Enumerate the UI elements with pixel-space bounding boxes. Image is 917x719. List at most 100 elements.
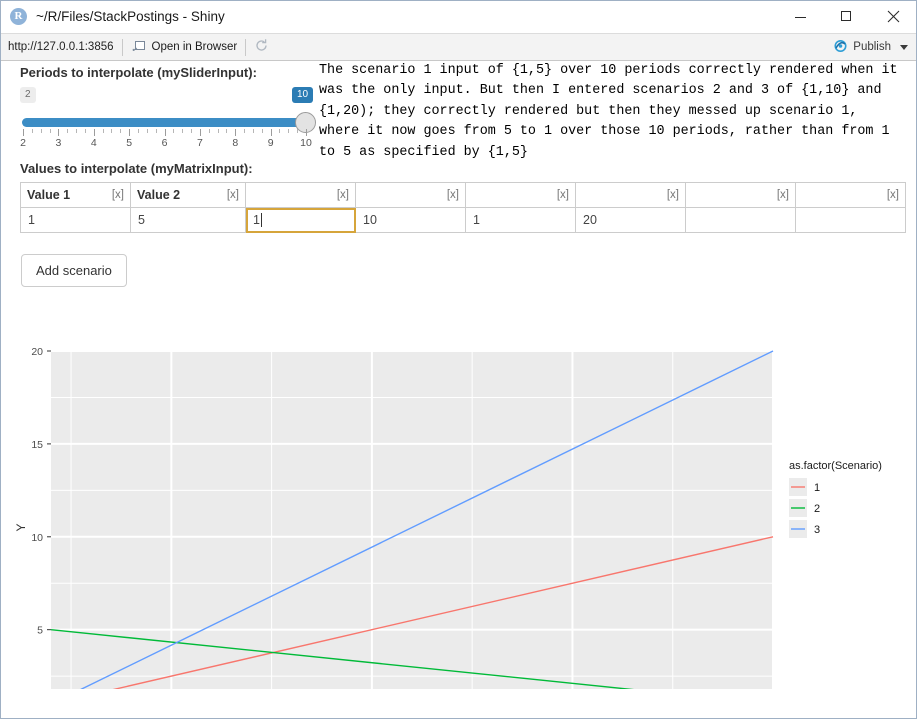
chart-ytick-label: 15 <box>31 439 43 451</box>
matrix-column-name: Value 1 <box>27 188 71 202</box>
chevron-down-icon[interactable] <box>900 44 908 50</box>
refresh-icon[interactable] <box>254 38 269 56</box>
title-bar: R ~/R/Files/StackPostings - Shiny <box>1 1 916 33</box>
slider-tick-minor <box>76 129 78 133</box>
matrix-column-header[interactable]: [x] <box>355 182 466 208</box>
chart-svg: 51015202.55.07.510.0XYas.factor(Scenario… <box>14 346 882 689</box>
slider-tick-minor <box>226 129 228 133</box>
slider-tick-minor <box>84 129 86 133</box>
matrix-input-table[interactable]: Value 1 [x] Value 2 [x] [x] [x] [x] [x] [x] [x] 1… <box>20 182 906 233</box>
matrix-column-header[interactable]: Value 1 [x] <box>20 182 131 208</box>
slider-min-badge: 2 <box>20 87 36 103</box>
remove-column-icon[interactable]: [x] <box>667 189 679 201</box>
slider-tick-minor <box>67 129 69 133</box>
matrix-column-header[interactable]: [x] <box>575 182 686 208</box>
remove-column-icon[interactable]: [x] <box>777 189 789 201</box>
slider-tick-label: 9 <box>267 137 274 149</box>
window-controls <box>778 1 916 31</box>
chart-ytick-label: 5 <box>37 625 43 637</box>
chart-legend-label-2: 2 <box>814 503 820 515</box>
slider-tick-major <box>270 129 272 136</box>
chart-legend-title: as.factor(Scenario) <box>789 460 882 472</box>
minimize-icon[interactable] <box>778 1 824 31</box>
matrix-cell[interactable]: 20 <box>575 207 686 233</box>
shiny-app-content: Periods to interpolate (mySliderInput): … <box>1 61 916 718</box>
chart-legend-label-1: 1 <box>814 482 820 494</box>
slider-block: Periods to interpolate (mySliderInput): … <box>20 65 316 149</box>
maximize-icon[interactable] <box>824 1 870 31</box>
slider-tick-minor <box>102 129 104 133</box>
publish-icon <box>833 39 848 56</box>
slider-tick-minor <box>261 129 263 133</box>
matrix-cell[interactable]: 1 <box>20 207 131 233</box>
chart-y-axis-title: Y <box>14 523 28 531</box>
table-row[interactable]: 1 5 1 10 1 20 <box>20 207 906 233</box>
url-label: http://127.0.0.1:3856 <box>8 41 114 53</box>
slider-tick-minor <box>120 129 122 133</box>
remove-column-icon[interactable]: [x] <box>887 189 899 201</box>
open-in-browser-icon <box>131 39 146 56</box>
add-scenario-button[interactable]: Add scenario <box>21 254 127 287</box>
slider-tick-major <box>129 129 131 136</box>
slider-tick-minor <box>288 129 290 133</box>
slider-tick-minor <box>40 129 42 133</box>
scenario-line-chart: 51015202.55.07.510.0XYas.factor(Scenario… <box>7 289 907 689</box>
text-caret <box>260 213 262 227</box>
slider-tick-minor <box>49 129 51 133</box>
open-in-browser-label: Open in Browser <box>151 41 238 53</box>
slider-tick-minor <box>279 129 281 133</box>
matrix-cell[interactable]: 1 <box>465 207 576 233</box>
slider-tick-major <box>235 129 237 136</box>
close-icon[interactable] <box>870 1 916 31</box>
window-title: ~/R/Files/StackPostings - Shiny <box>36 9 225 24</box>
taskbar-peek <box>1 712 917 718</box>
matrix-column-header[interactable]: [x] <box>245 182 356 208</box>
chart-legend-label-3: 3 <box>814 524 820 536</box>
slider-tick-minor <box>208 129 210 133</box>
remove-column-icon[interactable]: [x] <box>337 189 349 201</box>
slider-tick-label: 10 <box>300 137 312 149</box>
remove-column-icon[interactable]: [x] <box>112 189 124 201</box>
matrix-cell[interactable]: 10 <box>355 207 466 233</box>
matrix-cell[interactable] <box>795 207 906 233</box>
open-in-browser-button[interactable]: Open in Browser <box>131 39 238 56</box>
remove-column-icon[interactable]: [x] <box>447 189 459 201</box>
slider-tick-label: 8 <box>232 137 239 149</box>
slider-tick-minor <box>155 129 157 133</box>
slider-track[interactable] <box>22 118 307 127</box>
intro-paragraph: The scenario 1 input of {1,5} over 10 pe… <box>319 63 906 160</box>
slider-tick-major <box>93 129 95 136</box>
matrix-column-header[interactable]: Value 2 [x] <box>130 182 246 208</box>
matrix-column-header[interactable]: [x] <box>795 182 906 208</box>
matrix-cell[interactable]: 1 <box>245 207 356 233</box>
slider-label: Periods to interpolate (mySliderInput): <box>20 65 257 80</box>
r-app-icon: R <box>10 8 27 25</box>
slider-tick-major <box>306 129 307 136</box>
publish-label: Publish <box>853 41 891 53</box>
slider-tick-label: 6 <box>161 137 168 149</box>
slider-tick-minor <box>244 129 246 133</box>
slider-tick-minor <box>173 129 175 133</box>
remove-column-icon[interactable]: [x] <box>557 189 569 201</box>
chart-ytick-label: 10 <box>31 532 43 544</box>
slider-tick-label: 7 <box>196 137 203 149</box>
slider-tick-major <box>58 129 60 136</box>
slider-tick-minor <box>146 129 148 133</box>
slider-tick-minor <box>217 129 219 133</box>
publish-group[interactable]: Publish <box>833 34 910 60</box>
remove-column-icon[interactable]: [x] <box>227 189 239 201</box>
matrix-column-header[interactable]: [x] <box>465 182 576 208</box>
periods-slider[interactable]: 2 10 2 3 4 5 6 7 8 9 10 <box>20 87 316 149</box>
matrix-cell[interactable]: 5 <box>130 207 246 233</box>
matrix-column-header[interactable]: [x] <box>685 182 796 208</box>
matrix-cell[interactable] <box>685 207 796 233</box>
slider-tick-minor <box>182 129 184 133</box>
matrix-column-name: Value 2 <box>137 188 181 202</box>
slider-tick-minor <box>297 129 299 133</box>
slider-tick-minor <box>111 129 113 133</box>
app-toolbar: http://127.0.0.1:3856 Open in Browser Pu… <box>1 33 916 61</box>
matrix-label: Values to interpolate (myMatrixInput): <box>20 161 253 176</box>
shiny-app-window: R ~/R/Files/StackPostings - Shiny http:/… <box>0 0 917 719</box>
slider-tick-major <box>23 129 24 136</box>
chart-panel-background <box>51 351 773 689</box>
